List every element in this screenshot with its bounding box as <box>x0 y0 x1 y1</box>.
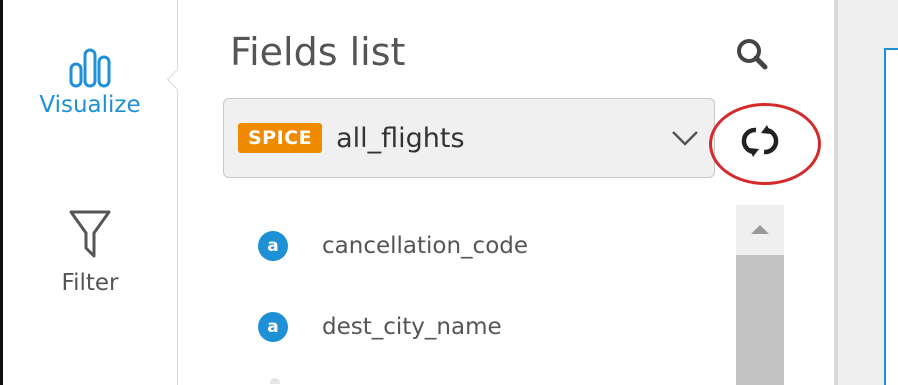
nav-visualize[interactable]: Visualize <box>3 44 177 118</box>
field-list-scrollbar[interactable] <box>736 205 784 385</box>
nav-filter[interactable]: Filter <box>3 208 177 296</box>
list-item[interactable]: a cancellation_code <box>258 226 528 266</box>
string-type-icon: a <box>258 231 288 261</box>
refresh-dataset-button[interactable] <box>740 121 780 161</box>
field-list: a cancellation_code a dest_city_name <box>178 200 734 385</box>
chevron-down-icon <box>672 131 698 146</box>
nav-visualize-label: Visualize <box>39 92 141 118</box>
spice-badge: SPICE <box>238 123 323 153</box>
field-name: cancellation_code <box>322 233 529 259</box>
fields-list-panel: Fields list SPICE all_flights a cancella… <box>178 0 834 385</box>
left-nav-rail: Visualize Filter <box>3 0 178 385</box>
string-type-icon: a <box>258 312 288 342</box>
scroll-up-arrow[interactable] <box>736 215 784 245</box>
bar-chart-icon <box>69 48 111 88</box>
funnel-icon <box>69 210 111 258</box>
refresh-icon <box>741 125 779 157</box>
search-button[interactable] <box>732 34 772 74</box>
dataset-name: all_flights <box>336 122 465 154</box>
scroll-thumb[interactable] <box>736 255 784 385</box>
visual-canvas-edge <box>884 48 898 385</box>
search-icon <box>737 39 768 70</box>
field-name: dest_city_name <box>322 314 502 340</box>
dataset-dropdown[interactable]: SPICE all_flights <box>223 98 715 178</box>
panel-title: Fields list <box>230 30 406 74</box>
list-item[interactable]: a dest_city_name <box>258 307 502 347</box>
next-item-partial <box>270 378 280 384</box>
nav-filter-label: Filter <box>61 270 119 296</box>
